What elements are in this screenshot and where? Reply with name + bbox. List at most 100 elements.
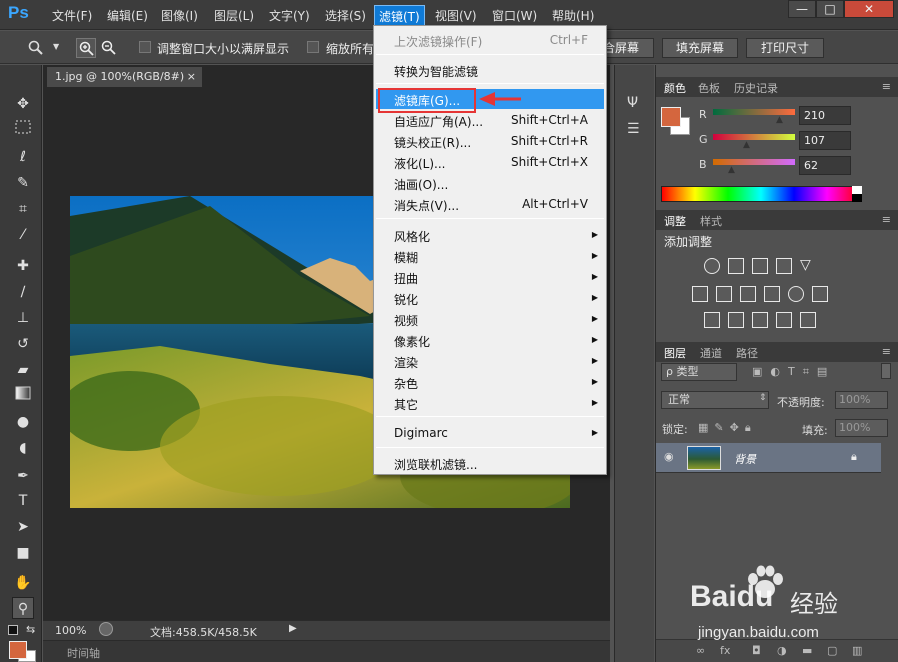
menu-vanishing-point[interactable]: 消失点(V)... bbox=[394, 197, 459, 214]
tab-adjustments[interactable]: 调整 bbox=[664, 213, 686, 229]
tab-paths[interactable]: 路径 bbox=[736, 345, 758, 361]
color-foreground-swatch[interactable] bbox=[661, 107, 681, 127]
menu-lens-correction[interactable]: 镜头校正(R)... bbox=[394, 134, 471, 151]
vibrance-icon[interactable]: ▽ bbox=[800, 258, 816, 274]
menu-convert-smart-filters[interactable]: 转换为智能滤镜 bbox=[394, 63, 478, 80]
quick-select-tool-icon[interactable]: ✎ bbox=[12, 172, 34, 194]
default-colors-icon[interactable] bbox=[8, 625, 18, 635]
menu-video[interactable]: 视频 bbox=[394, 312, 418, 329]
menu-oil-paint[interactable]: 油画(O)... bbox=[394, 176, 448, 193]
timeline-tab[interactable]: 时间轴 bbox=[67, 645, 100, 661]
color-balance-icon[interactable] bbox=[716, 286, 732, 302]
document-tab[interactable]: 1.jpg @ 100%(RGB/8#) × bbox=[47, 67, 202, 87]
lock-icons[interactable]: ▦✎✥🔒︎ bbox=[698, 421, 757, 435]
color-spectrum-ramp[interactable] bbox=[661, 186, 861, 202]
close-button[interactable]: ✕ bbox=[844, 0, 894, 18]
menu-stylize[interactable]: 风格化 bbox=[394, 228, 430, 245]
type-tool-icon[interactable]: T bbox=[12, 490, 34, 512]
layer-filter-icons[interactable]: ▣◐T⌗▤ bbox=[752, 365, 842, 379]
brush-tool-icon[interactable]: ∕ bbox=[12, 281, 34, 303]
black-swatch[interactable] bbox=[852, 194, 862, 202]
menu-render[interactable]: 渲染 bbox=[394, 354, 418, 371]
blend-mode-select[interactable]: 正常 bbox=[661, 391, 769, 409]
tab-layers[interactable]: 图层 bbox=[664, 345, 686, 361]
marquee-tool-icon[interactable] bbox=[12, 119, 34, 141]
selective-color-icon[interactable] bbox=[776, 312, 792, 328]
menu-noise[interactable]: 杂色 bbox=[394, 375, 418, 392]
threshold-icon[interactable] bbox=[752, 312, 768, 328]
levels-icon[interactable] bbox=[728, 258, 744, 274]
b-slider[interactable] bbox=[713, 159, 795, 165]
r-value[interactable]: 210 bbox=[799, 106, 851, 125]
eyedropper-tool-icon[interactable]: ⁄ bbox=[12, 224, 34, 246]
color-lookup-icon[interactable] bbox=[812, 286, 828, 302]
tab-color[interactable]: 颜色 bbox=[664, 80, 686, 96]
layer-name[interactable]: 背景 bbox=[734, 451, 756, 467]
white-swatch[interactable] bbox=[852, 186, 862, 194]
close-tab-icon[interactable]: × bbox=[187, 67, 196, 87]
minimize-button[interactable]: — bbox=[788, 0, 816, 18]
exposure-icon[interactable] bbox=[776, 258, 792, 274]
panel-menu-icon[interactable]: ≡ bbox=[882, 80, 891, 93]
status-info-icon[interactable] bbox=[99, 622, 113, 636]
posterize-icon[interactable] bbox=[728, 312, 744, 328]
g-slider-thumb-icon[interactable]: ▲ bbox=[743, 140, 750, 150]
pen-tool-icon[interactable]: ✒ bbox=[12, 465, 34, 487]
layer-row-background[interactable]: ◉ 背景 🔒︎ bbox=[656, 443, 881, 473]
hand-tool-icon[interactable]: ✋ bbox=[12, 572, 34, 594]
swap-colors-icon[interactable]: ⇆ bbox=[26, 623, 35, 636]
fill-field[interactable]: 100% bbox=[835, 419, 888, 437]
b-slider-thumb-icon[interactable]: ▲ bbox=[728, 165, 735, 175]
b-value[interactable]: 62 bbox=[799, 156, 851, 175]
path-selection-tool-icon[interactable]: ➤ bbox=[12, 516, 34, 538]
menu-type[interactable]: 文字(Y) bbox=[269, 7, 310, 24]
opacity-field[interactable]: 100% bbox=[835, 391, 888, 409]
tool-presets-icon[interactable]: ☰ bbox=[627, 121, 640, 137]
g-value[interactable]: 107 bbox=[799, 131, 851, 150]
black-white-icon[interactable] bbox=[740, 286, 756, 302]
zoom-out-icon[interactable] bbox=[100, 39, 118, 57]
menu-help[interactable]: 帮助(H) bbox=[552, 7, 594, 24]
visibility-eye-icon[interactable]: ◉ bbox=[664, 450, 674, 463]
maximize-button[interactable]: □ bbox=[816, 0, 844, 18]
healing-brush-tool-icon[interactable]: ✚ bbox=[12, 255, 34, 277]
menu-view[interactable]: 视图(V) bbox=[435, 7, 477, 24]
r-slider-thumb-icon[interactable]: ▲ bbox=[776, 115, 783, 125]
clone-stamp-tool-icon[interactable]: ⊥ bbox=[12, 307, 34, 329]
print-size-button[interactable]: 打印尺寸 bbox=[746, 38, 824, 58]
tab-swatches[interactable]: 色板 bbox=[698, 80, 720, 96]
zoom-tool-icon[interactable]: ⚲ bbox=[12, 597, 34, 619]
menu-browse-online-filters[interactable]: 浏览联机滤镜... bbox=[394, 456, 477, 473]
panel-menu-icon[interactable]: ≡ bbox=[882, 345, 891, 358]
foreground-color-swatch[interactable] bbox=[9, 641, 27, 659]
zoom-level[interactable]: 100% bbox=[55, 624, 86, 637]
eraser-tool-icon[interactable]: ▰ bbox=[12, 359, 34, 381]
g-slider[interactable] bbox=[713, 134, 795, 140]
menu-image[interactable]: 图像(I) bbox=[161, 7, 198, 24]
menu-sharpen[interactable]: 锐化 bbox=[394, 291, 418, 308]
brush-presets-icon[interactable]: Ψ bbox=[627, 95, 638, 111]
zoom-in-icon[interactable] bbox=[76, 38, 96, 58]
layer-kind-filter[interactable]: ρ 类型 bbox=[661, 363, 737, 381]
gradient-tool-icon[interactable] bbox=[12, 385, 34, 407]
curves-icon[interactable] bbox=[752, 258, 768, 274]
brightness-icon[interactable] bbox=[704, 258, 720, 274]
tab-history[interactable]: 历史记录 bbox=[734, 80, 778, 96]
chevron-right-icon[interactable]: ▶ bbox=[289, 623, 297, 634]
fill-screen-button[interactable]: 填充屏幕 bbox=[662, 38, 738, 58]
menu-file[interactable]: 文件(F) bbox=[52, 7, 92, 24]
menu-pixelate[interactable]: 像素化 bbox=[394, 333, 430, 350]
chevron-down-icon[interactable]: ▼ bbox=[53, 42, 59, 51]
history-brush-tool-icon[interactable]: ↺ bbox=[12, 333, 34, 355]
channel-mixer-icon[interactable] bbox=[788, 286, 804, 302]
zoom-all-checkbox[interactable] bbox=[307, 41, 319, 53]
tab-styles[interactable]: 样式 bbox=[700, 213, 722, 229]
menu-other[interactable]: 其它 bbox=[394, 396, 418, 413]
tab-channels[interactable]: 通道 bbox=[700, 345, 722, 361]
gradient-map-icon[interactable] bbox=[800, 312, 816, 328]
menu-distort[interactable]: 扭曲 bbox=[394, 270, 418, 287]
photo-filter-icon[interactable] bbox=[764, 286, 780, 302]
blur-tool-icon[interactable]: ● bbox=[12, 411, 34, 433]
menu-layer[interactable]: 图层(L) bbox=[214, 7, 254, 24]
menu-adaptive-wide-angle[interactable]: 自适应广角(A)... bbox=[394, 113, 483, 130]
